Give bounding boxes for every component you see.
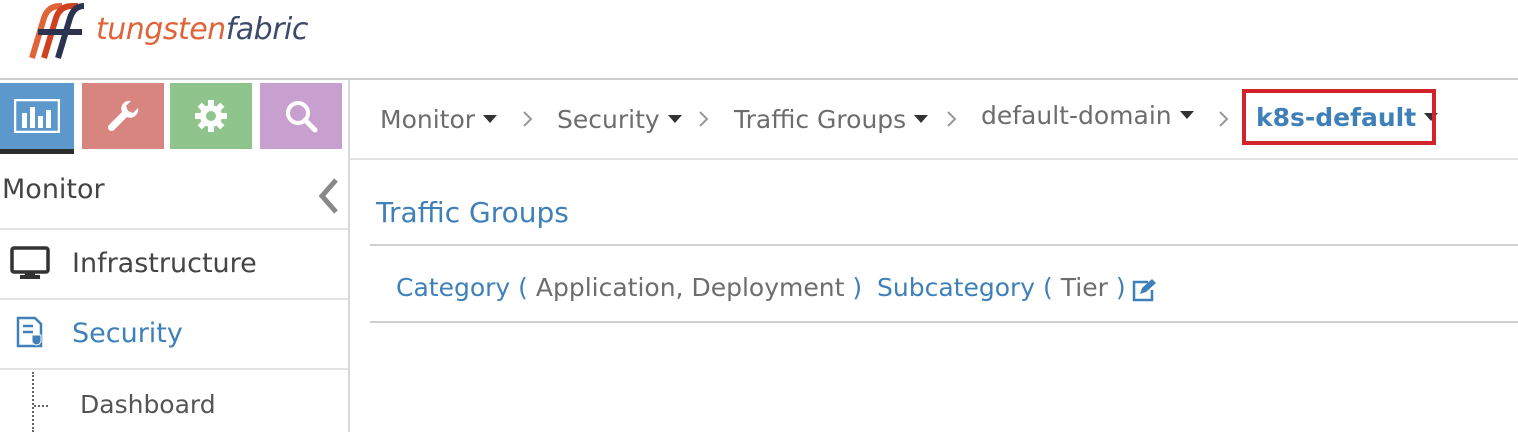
nav-tile-query[interactable] bbox=[260, 83, 342, 149]
title-divider bbox=[370, 244, 1518, 246]
sidebar-subitem-dashboard[interactable]: Dashboard bbox=[80, 390, 216, 419]
app-header: tungstenfabric bbox=[0, 0, 1518, 80]
sidebar-item-label: Security bbox=[72, 317, 183, 349]
chevron-right-icon bbox=[522, 80, 534, 158]
breadcrumb-item-monitor[interactable]: Monitor bbox=[380, 80, 498, 158]
sidebar-title: Monitor bbox=[2, 174, 105, 205]
breadcrumb-divider bbox=[350, 158, 1518, 160]
caret-down-icon bbox=[914, 115, 929, 123]
breadcrumb-item-traffic-groups[interactable]: Traffic Groups bbox=[734, 80, 929, 158]
highlight-box bbox=[1242, 89, 1436, 145]
logo-wordmark: tungstenfabric bbox=[96, 12, 308, 47]
chevron-right-icon bbox=[1218, 80, 1230, 158]
breadcrumb-item-security[interactable]: Security bbox=[557, 80, 682, 158]
filter-subcategory-key: Subcategory bbox=[877, 273, 1036, 302]
chevron-right-icon bbox=[698, 80, 710, 158]
sidebar-item-label: Infrastructure bbox=[72, 247, 257, 279]
gear-icon bbox=[195, 100, 227, 132]
breadcrumb-label: Security bbox=[557, 104, 660, 134]
logo-text-part1: tungsten bbox=[96, 12, 226, 47]
filter-category-value: Application, Deployment bbox=[535, 273, 845, 302]
breadcrumb-item-default-domain[interactable]: default-domain bbox=[981, 76, 1194, 154]
filter-divider bbox=[370, 321, 1518, 323]
chevron-right-icon bbox=[946, 80, 958, 158]
nav-tile-settings[interactable] bbox=[170, 83, 252, 149]
sidebar-divider-line bbox=[0, 368, 348, 370]
bar-chart-icon bbox=[14, 99, 60, 133]
tree-connector-horizontal bbox=[34, 405, 48, 407]
filter-subcategory-value: Tier bbox=[1060, 273, 1108, 302]
breadcrumb-label: Traffic Groups bbox=[734, 104, 907, 134]
search-icon bbox=[286, 101, 318, 133]
caret-down-icon bbox=[1179, 111, 1194, 119]
sidebar-item-infrastructure[interactable]: Infrastructure bbox=[0, 229, 348, 297]
caret-down-icon bbox=[483, 115, 498, 123]
filter-category[interactable]: Category ( Application, Deployment ) bbox=[396, 273, 862, 302]
wrench-icon bbox=[107, 100, 139, 132]
close-paren: ) bbox=[852, 273, 863, 302]
breadcrumb-label: Monitor bbox=[380, 104, 476, 134]
sidebar-item-security[interactable]: Security bbox=[0, 299, 348, 367]
close-paren: ) bbox=[1115, 273, 1126, 302]
tree-connector-vertical bbox=[32, 372, 34, 432]
open-paren: ( bbox=[518, 273, 528, 302]
sidebar: Monitor Infrastructure Security Dashboar… bbox=[0, 156, 348, 432]
filter-category-key: Category bbox=[396, 273, 511, 302]
nav-tile-monitor[interactable] bbox=[0, 83, 74, 149]
chevron-left-icon[interactable] bbox=[314, 176, 344, 216]
logo-text-part2: fabric bbox=[225, 12, 309, 47]
monitor-icon bbox=[10, 243, 50, 283]
nav-tile-configure[interactable] bbox=[82, 83, 164, 149]
open-paren: ( bbox=[1043, 273, 1053, 302]
nav-tile-active-indicator bbox=[0, 149, 74, 154]
tungsten-fabric-logo-icon bbox=[29, 3, 85, 59]
caret-down-icon bbox=[667, 115, 682, 123]
filter-subcategory[interactable]: Subcategory ( Tier ) bbox=[877, 273, 1126, 302]
breadcrumb: Monitor Security Traffic Groups default-… bbox=[350, 80, 1518, 158]
edit-icon[interactable] bbox=[1130, 278, 1158, 304]
security-icon bbox=[10, 313, 50, 353]
page-title: Traffic Groups bbox=[376, 196, 569, 229]
breadcrumb-label: default-domain bbox=[981, 100, 1172, 130]
